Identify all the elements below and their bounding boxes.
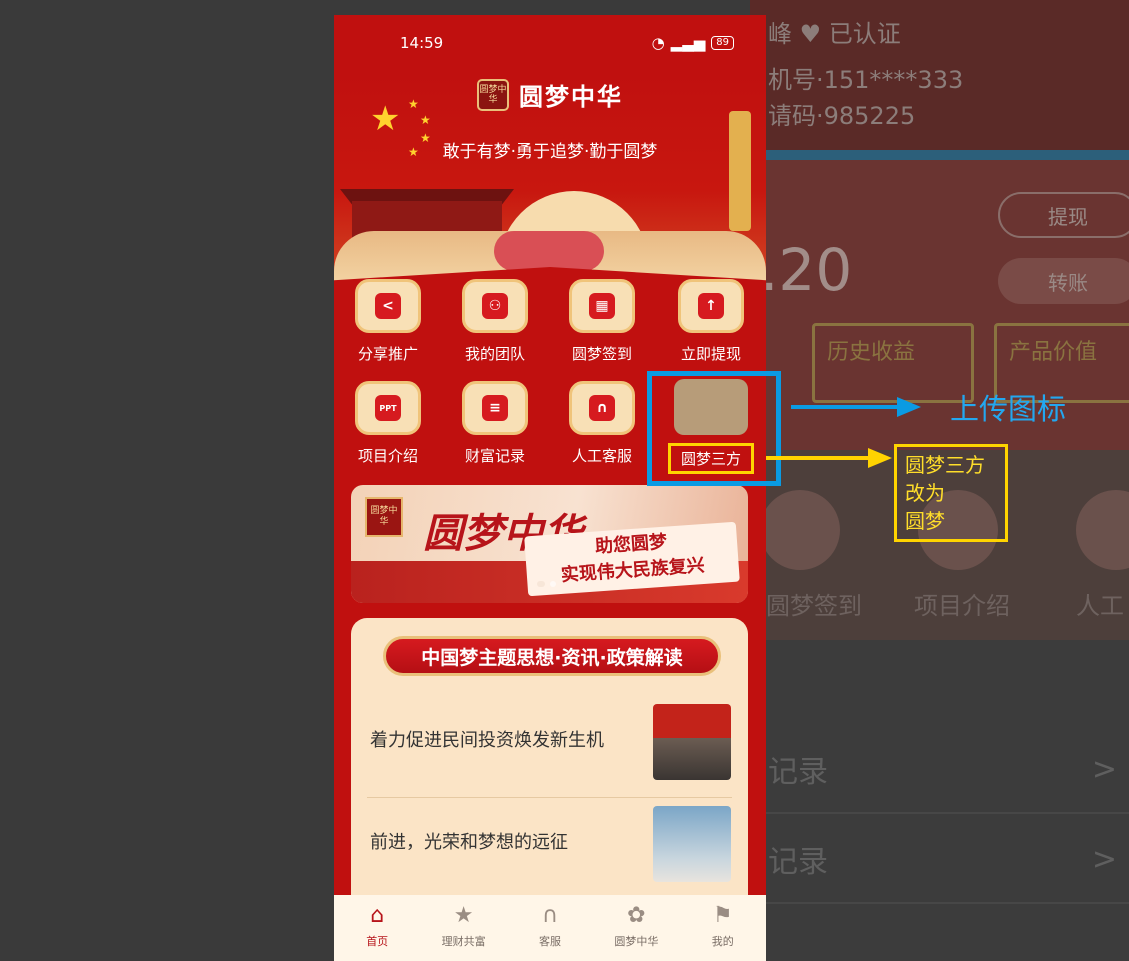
- calendar-icon: ▦: [569, 279, 635, 333]
- phone-screen: 14:59 ◔ ▂▃▅ 89 ★ ★ ★ ★ ★ 圆梦中华 圆梦中华 敢于有梦·…: [334, 15, 766, 961]
- menu-item-label: 人工客服: [571, 447, 632, 465]
- tab-label: 首页: [366, 935, 389, 948]
- bottom-tab-bar: ⌂ 首页 ★ 理财共富 ∩ 客服 ✿ 圆梦中华 ⚑ 我的: [334, 895, 766, 961]
- tab-wealth[interactable]: ★ 理财共富: [424, 903, 504, 949]
- banner-logo: 圆梦中华: [365, 497, 403, 537]
- news-thumbnail: [653, 806, 731, 882]
- bg-name-line: 峰 ♥ 已认证: [768, 20, 901, 48]
- upload-icon-annotation: 上传图标: [950, 392, 1067, 426]
- app-logo-row: 圆梦中华 圆梦中华: [334, 77, 766, 112]
- headset-icon: ∩: [569, 381, 635, 435]
- carousel-dot[interactable]: [537, 581, 545, 587]
- news-item[interactable]: 着力促进民间投资焕发新生机: [367, 696, 732, 798]
- bg-icon-label: 人工: [1076, 592, 1124, 620]
- tab-mine[interactable]: ⚑ 我的: [683, 903, 763, 949]
- tab-service[interactable]: ∩ 客服: [510, 903, 590, 949]
- menu-item-withdraw[interactable]: ↑ 立即提现: [661, 279, 761, 364]
- app-title: 圆梦中华: [519, 83, 623, 111]
- share-icon: <: [355, 279, 421, 333]
- news-title: 前进，光荣和梦想的远征: [370, 832, 568, 853]
- menu-item-label: 分享推广: [357, 345, 418, 363]
- signal-icon: ▂▃▅: [670, 34, 706, 52]
- tab-home[interactable]: ⌂ 首页: [337, 903, 417, 949]
- flower-icon: ✿: [627, 903, 646, 928]
- bg-icon-label: 圆梦签到: [766, 592, 862, 620]
- pillar-illustration: [729, 111, 751, 231]
- headset-icon: ∩: [541, 903, 559, 928]
- home-icon: ⌂: [370, 903, 385, 928]
- tab-dream[interactable]: ✿ 圆梦中华: [596, 903, 676, 949]
- carousel-dot[interactable]: [550, 581, 556, 587]
- team-icon: ⚇: [462, 279, 528, 333]
- bg-code-line: 请码·985225: [768, 102, 916, 130]
- record-icon: ≡: [462, 381, 528, 435]
- bg-amount: .20: [760, 236, 853, 304]
- menu-item-wealth-record[interactable]: ≡ 财富记录: [445, 381, 545, 466]
- menu-item-share[interactable]: < 分享推广: [338, 279, 438, 364]
- menu-item-team[interactable]: ⚇ 我的团队: [445, 279, 545, 364]
- news-item[interactable]: 前进，光荣和梦想的远征: [367, 798, 732, 900]
- star-icon: ★: [453, 903, 474, 928]
- bg-list-row: 记录 >: [750, 816, 1129, 904]
- bg-list-row: 记录 >: [750, 726, 1129, 814]
- rename-line: 圆梦: [905, 509, 945, 533]
- status-icons: ◔ ▂▃▅ 89: [652, 34, 734, 52]
- upload-highlight-frame: [647, 371, 781, 486]
- bg-transfer-button: 转账: [998, 258, 1129, 304]
- tab-label: 客服: [538, 935, 561, 948]
- chevron-right-icon: >: [1091, 751, 1117, 787]
- bg-phone-line: 机号·151****333: [768, 66, 964, 94]
- rename-line: 圆梦三方: [905, 453, 985, 477]
- menu-item-label: 财富记录: [464, 447, 525, 465]
- news-thumbnail: [653, 704, 731, 780]
- withdraw-icon: ↑: [678, 279, 744, 333]
- blue-arrow-head-icon: [897, 397, 921, 417]
- rename-annotation: 圆梦三方 改为 圆梦: [894, 444, 1008, 542]
- menu-item-project[interactable]: PPT 项目介绍: [338, 381, 438, 466]
- rename-line: 改为: [905, 481, 945, 505]
- bg-band: [750, 150, 1129, 160]
- yellow-arrow-head-icon: [868, 448, 892, 468]
- news-heading: 中国梦主题思想·资讯·政策解读: [383, 636, 721, 676]
- menu-item-label: 我的团队: [464, 345, 525, 363]
- menu-item-label: 项目介绍: [357, 447, 418, 465]
- flower-illustration: [494, 231, 604, 271]
- promo-banner[interactable]: 圆梦中华 圆梦中华 助您圆梦 实现伟大民族复兴: [351, 485, 748, 603]
- carousel-dots: [537, 581, 556, 587]
- blue-arrow-icon: [791, 405, 901, 409]
- tab-label: 圆梦中华: [614, 935, 659, 948]
- ppt-icon: PPT: [355, 381, 421, 435]
- status-bar: 14:59 ◔ ▂▃▅ 89: [334, 15, 766, 71]
- bg-withdraw-button: 提现: [998, 192, 1129, 238]
- menu-item-checkin[interactable]: ▦ 圆梦签到: [552, 279, 652, 364]
- flag-icon: ⚑: [712, 903, 733, 928]
- chevron-right-icon: >: [1091, 841, 1117, 877]
- menu-item-service[interactable]: ∩ 人工客服: [552, 381, 652, 466]
- hero-banner: ★ ★ ★ ★ ★ 圆梦中华 圆梦中华 敢于有梦·勇于追梦·勤于圆梦: [334, 71, 766, 289]
- news-title: 着力促进民间投资焕发新生机: [370, 730, 604, 751]
- bg-icon-label: 项目介绍: [914, 592, 1010, 620]
- status-time: 14:59: [400, 34, 444, 52]
- bg-list: 记录 > 记录 >: [750, 640, 1129, 961]
- slogan: 敢于有梦·勇于追梦·勤于圆梦: [442, 142, 658, 162]
- wifi-icon: ◔: [651, 34, 665, 52]
- tab-label: 我的: [711, 935, 734, 948]
- app-logo-badge: 圆梦中华: [477, 78, 509, 111]
- battery-icon: 89: [711, 36, 734, 50]
- small-star-icon: ★: [420, 113, 431, 127]
- news-card: 中国梦主题思想·资讯·政策解读 着力促进民间投资焕发新生机 前进，光荣和梦想的远…: [351, 618, 748, 918]
- menu-item-label: 立即提现: [680, 345, 741, 363]
- yellow-arrow-icon: [766, 456, 872, 460]
- menu-item-label: 圆梦签到: [571, 345, 632, 363]
- bg-calendar-icon: [760, 490, 840, 570]
- tab-label: 理财共富: [441, 935, 486, 948]
